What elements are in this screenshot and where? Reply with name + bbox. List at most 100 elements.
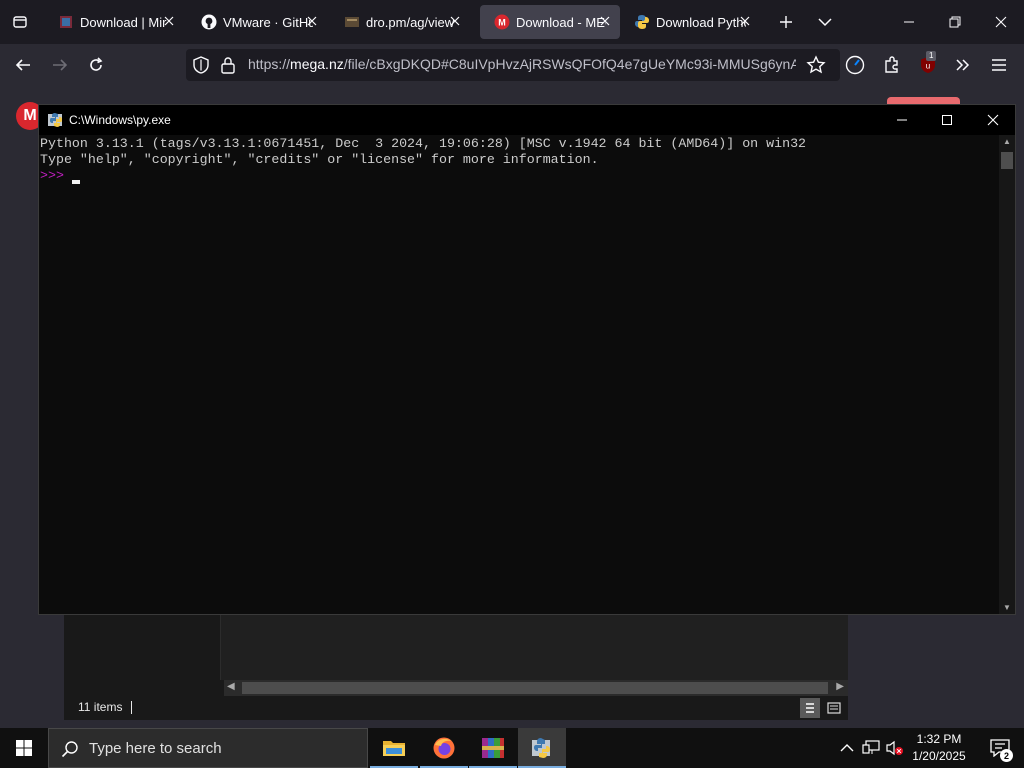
maximize-icon bbox=[942, 115, 952, 125]
close-icon bbox=[987, 114, 999, 126]
list-all-tabs-button[interactable] bbox=[811, 8, 839, 36]
url-text[interactable]: https://mega.nz/file/cBxgDKQD#C8uIVpHvzA… bbox=[248, 56, 796, 72]
url-scheme: https:// bbox=[248, 56, 291, 72]
tab-dro-pm[interactable]: dro.pm/ag/view bbox=[330, 5, 470, 39]
folder-icon bbox=[383, 741, 405, 756]
back-arrow-icon bbox=[15, 59, 30, 71]
close-tab-icon[interactable] bbox=[305, 14, 319, 28]
scroll-left-icon[interactable]: ◀ bbox=[227, 681, 235, 692]
tab-vmware-github[interactable]: VMware · GitHub bbox=[187, 5, 327, 39]
tab-title: Download | Mir bbox=[80, 14, 167, 30]
network-monitor-icon bbox=[862, 740, 880, 754]
large-icons-view-button[interactable] bbox=[824, 698, 844, 718]
new-tab-button[interactable] bbox=[772, 8, 800, 36]
plus-icon bbox=[780, 16, 792, 28]
search-icon bbox=[61, 740, 79, 763]
file-explorer-window: ◀ ▶ 11 items bbox=[64, 612, 848, 720]
console-vertical-scrollbar[interactable]: ▲ ▼ bbox=[999, 135, 1015, 614]
volume-tray-button[interactable] bbox=[884, 728, 906, 768]
tab-title: dro.pm/ag/view bbox=[366, 14, 455, 30]
tab-title: Download - MEGA bbox=[516, 14, 606, 30]
forward-button[interactable] bbox=[45, 51, 75, 79]
python-icon bbox=[634, 14, 650, 30]
speed-dial-icon bbox=[845, 55, 865, 75]
books-archive-icon bbox=[482, 738, 504, 758]
tab-download-mir[interactable]: Download | Mir bbox=[44, 5, 184, 39]
windows-taskbar: Type here to search 1:32 PM 1/20/2025 2 bbox=[0, 728, 1024, 768]
restore-button[interactable] bbox=[932, 0, 978, 44]
console-output-line: Python 3.13.1 (tags/v3.13.1:0671451, Dec… bbox=[40, 136, 807, 151]
extensions-button[interactable] bbox=[877, 51, 907, 79]
scrollbar-thumb[interactable] bbox=[1001, 152, 1013, 169]
console-prompt: >>> bbox=[40, 168, 72, 183]
speaker-muted-icon bbox=[886, 740, 903, 756]
restore-icon bbox=[949, 16, 961, 28]
close-window-button[interactable] bbox=[978, 0, 1024, 44]
scroll-down-icon[interactable]: ▼ bbox=[1003, 603, 1011, 612]
minimize-button[interactable] bbox=[886, 0, 932, 44]
firefox-taskbar-button[interactable] bbox=[420, 728, 468, 768]
close-tab-icon[interactable] bbox=[738, 14, 752, 28]
forward-arrow-icon bbox=[53, 59, 68, 71]
tab-download-python[interactable]: Download Python bbox=[620, 5, 760, 39]
python-launcher-icon bbox=[47, 111, 65, 134]
minimize-icon bbox=[897, 119, 907, 121]
tiles-view-icon bbox=[827, 702, 841, 714]
tracking-protection-shield-icon[interactable] bbox=[192, 56, 210, 79]
browser-tab-bar: Download | Mir VMware · GitHub dro.pm/ag… bbox=[0, 0, 1024, 44]
file-explorer-taskbar-button[interactable] bbox=[370, 728, 418, 768]
notification-count-badge: 2 bbox=[1000, 749, 1013, 762]
clock-time: 1:32 PM bbox=[916, 732, 962, 746]
close-icon bbox=[995, 16, 1007, 28]
show-hidden-icons-button[interactable] bbox=[836, 728, 858, 768]
horizontal-scrollbar[interactable]: ◀ ▶ bbox=[224, 680, 848, 696]
ublock-count-badge: 1 bbox=[926, 51, 937, 61]
network-tray-button[interactable] bbox=[860, 728, 882, 768]
file-favicon-icon bbox=[344, 14, 360, 30]
python-console-taskbar-button[interactable] bbox=[518, 728, 566, 768]
action-center-button[interactable]: 2 bbox=[980, 728, 1020, 768]
console-text-area[interactable]: Python 3.13.1 (tags/v3.13.1:0671451, Dec… bbox=[39, 135, 997, 614]
bookmark-star-icon[interactable] bbox=[806, 55, 826, 80]
winrar-taskbar-button[interactable] bbox=[469, 728, 517, 768]
clock-date: 1/20/2025 bbox=[912, 749, 966, 763]
windows-logo-icon bbox=[16, 740, 32, 756]
python-launcher-icon bbox=[532, 738, 550, 758]
details-view-button[interactable] bbox=[800, 698, 820, 718]
app-menu-button[interactable] bbox=[984, 51, 1014, 79]
scroll-right-icon[interactable]: ▶ bbox=[836, 681, 844, 692]
image-favicon-icon bbox=[58, 14, 74, 30]
taskbar-clock[interactable]: 1:32 PM 1/20/2025 bbox=[904, 731, 974, 765]
firefox-icon bbox=[433, 737, 455, 759]
more-tools-button[interactable] bbox=[948, 51, 978, 79]
reload-icon bbox=[90, 57, 103, 71]
tab-download-mega[interactable]: M Download - MEGA bbox=[480, 5, 620, 39]
console-output-line: Type "help", "copyright", "credits" or "… bbox=[40, 152, 599, 167]
scroll-up-icon[interactable]: ▲ bbox=[1003, 137, 1011, 146]
navigation-pane[interactable] bbox=[64, 612, 221, 680]
lock-icon[interactable] bbox=[220, 56, 236, 79]
back-button[interactable] bbox=[8, 51, 38, 79]
scrollbar-thumb[interactable] bbox=[242, 682, 828, 694]
console-minimize-button[interactable] bbox=[879, 105, 925, 135]
close-tab-icon[interactable] bbox=[162, 14, 176, 28]
url-path: /file/cBxgDKQD#C8uIVpHvzAjRSWsQFOfQ4e7gU… bbox=[343, 56, 796, 72]
file-list-pane[interactable] bbox=[221, 612, 848, 680]
url-bar[interactable]: https://mega.nz/file/cBxgDKQD#C8uIVpHvzA… bbox=[186, 49, 840, 81]
puzzle-piece-icon bbox=[885, 56, 898, 73]
python-console-window[interactable]: C:\Windows\py.exe Python 3.13.1 (tags/v3… bbox=[38, 104, 1016, 615]
console-close-button[interactable] bbox=[970, 105, 1016, 135]
reload-button[interactable] bbox=[81, 51, 111, 79]
console-title-bar[interactable]: C:\Windows\py.exe bbox=[39, 105, 1015, 135]
firefox-view-button[interactable] bbox=[6, 8, 34, 36]
extension-button-speed[interactable] bbox=[840, 51, 870, 79]
console-maximize-button[interactable] bbox=[924, 105, 970, 135]
close-tab-icon[interactable] bbox=[448, 14, 462, 28]
taskbar-search-box[interactable]: Type here to search bbox=[48, 728, 368, 768]
hamburger-menu-icon bbox=[992, 59, 1006, 71]
close-tab-icon[interactable] bbox=[598, 14, 612, 28]
details-view-icon bbox=[806, 703, 814, 713]
status-separator bbox=[131, 701, 132, 714]
start-button[interactable] bbox=[0, 728, 48, 768]
chevron-up-icon bbox=[840, 744, 854, 752]
